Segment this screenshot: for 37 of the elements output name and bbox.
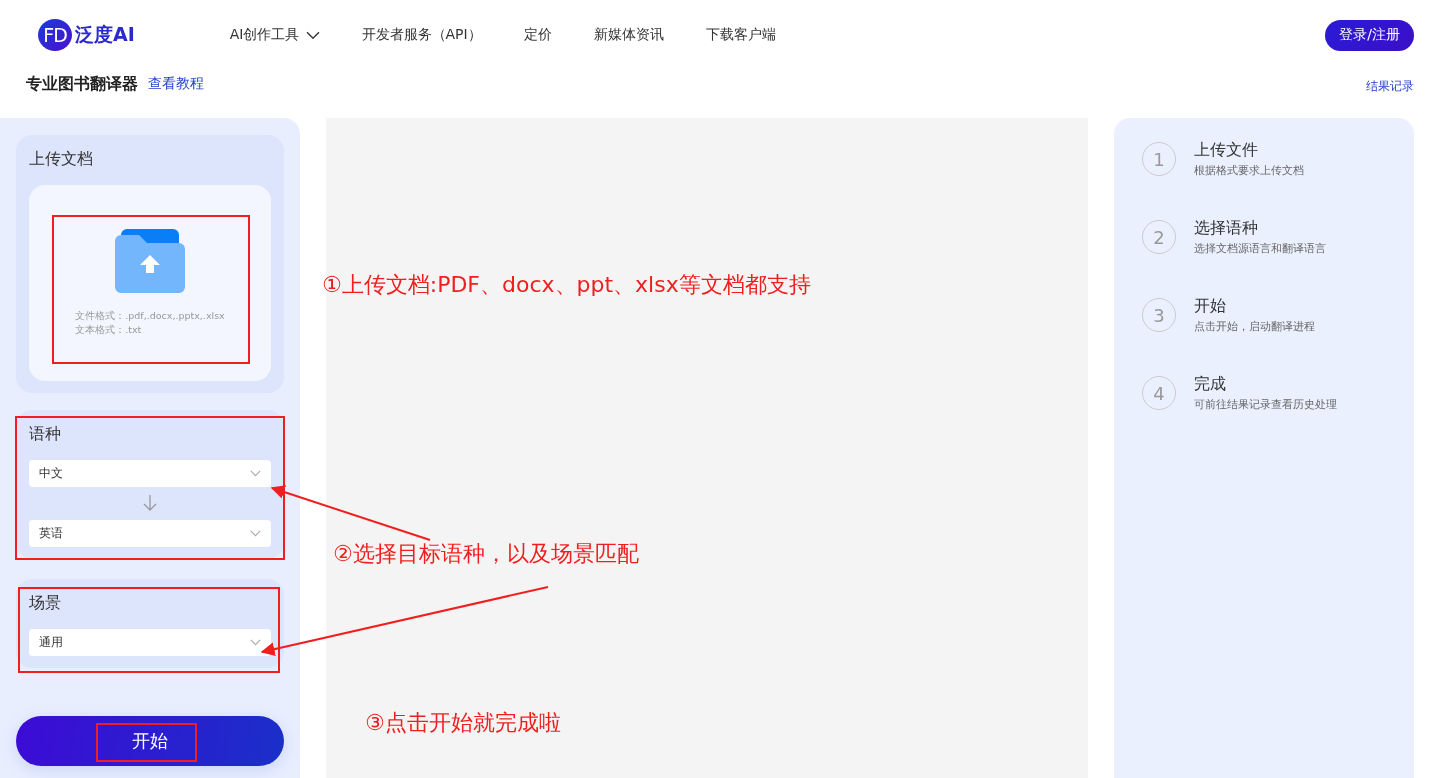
nav-item[interactable]: 下载客户端 xyxy=(705,26,776,44)
step-title: 开始 xyxy=(1194,296,1227,317)
chevron-down-icon xyxy=(250,639,261,646)
annotation-text: ①上传文档:PDF、docx、ppt、xlsx等文档都支持 xyxy=(322,271,811,299)
logo-name[interactable]: 泛度AI xyxy=(75,22,135,48)
login-button[interactable]: 登录/注册 xyxy=(1325,19,1414,51)
card-title: 语种 xyxy=(29,424,62,445)
history-link[interactable]: 结果记录 xyxy=(1366,73,1414,95)
arrow-down-icon xyxy=(143,495,157,512)
nav-item[interactable]: AI创作工具 xyxy=(229,26,320,44)
start-button[interactable]: 开始 xyxy=(16,716,284,766)
step-description: 根据格式要求上传文档 xyxy=(1194,163,1304,178)
step-title: 完成 xyxy=(1194,374,1227,395)
step-title: 上传文件 xyxy=(1194,140,1259,161)
chevron-down-icon xyxy=(305,30,320,40)
card-title: 场景 xyxy=(29,593,62,614)
step-title: 选择语种 xyxy=(1194,218,1259,239)
folder-upload-icon xyxy=(115,229,185,293)
annotation-text: ②选择目标语种，以及场景匹配 xyxy=(333,540,639,568)
annotation-text: ③点击开始就完成啦 xyxy=(365,709,561,737)
step-description: 选择文档源语言和翻译语言 xyxy=(1194,241,1326,256)
page-title: 专业图书翻译器 xyxy=(26,73,138,95)
scene-select[interactable]: 通用 xyxy=(29,629,271,656)
nav-item[interactable]: 开发者服务（API） xyxy=(361,26,482,44)
chevron-down-icon xyxy=(250,470,261,477)
source-language-select[interactable]: 中文 xyxy=(29,460,271,487)
chevron-down-icon xyxy=(250,530,261,537)
target-language-select[interactable]: 英语 xyxy=(29,520,271,547)
tutorial-link[interactable]: 查看教程 xyxy=(148,75,204,93)
step-description: 点击开始，启动翻译进程 xyxy=(1194,319,1315,334)
nav-item[interactable]: 新媒体资讯 xyxy=(593,26,664,44)
nav-item[interactable]: 定价 xyxy=(523,26,552,44)
format-hint: 文本格式：.txt xyxy=(75,323,143,337)
card-title: 上传文档 xyxy=(29,149,94,170)
logo-mark[interactable]: FD xyxy=(38,19,72,51)
format-hint: 文件格式：.pdf,.docx,.pptx,.xlsx xyxy=(75,309,225,323)
step-description: 可前往结果记录查看历史处理 xyxy=(1194,397,1337,412)
